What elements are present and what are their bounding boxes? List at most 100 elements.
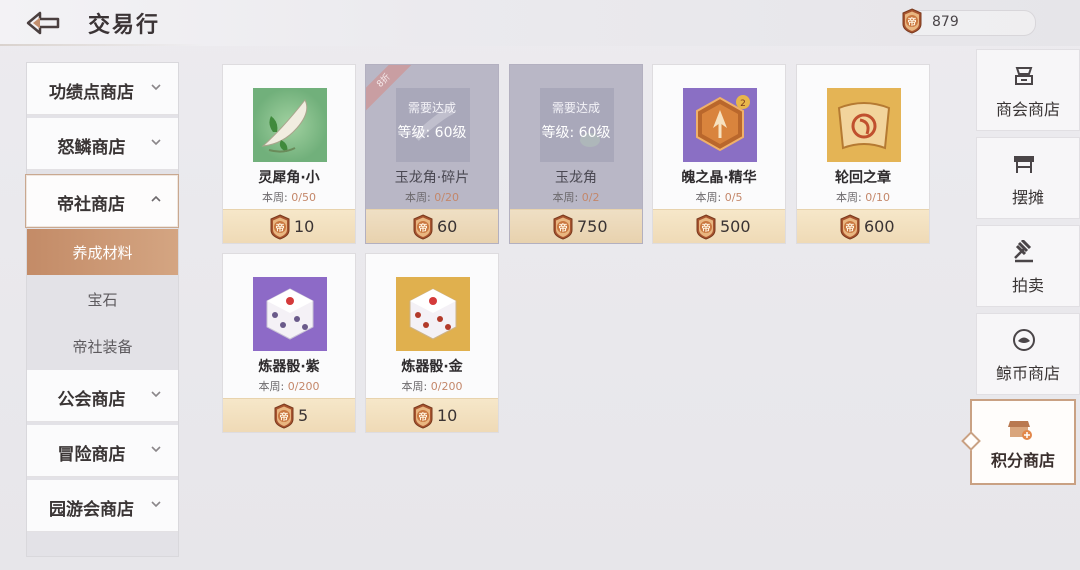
shop-type-nav: 商会商店 摆摊 拍卖 鲸币商店 积分商店	[966, 47, 1080, 497]
requirement-level: 等级: 60级	[541, 125, 611, 141]
limit-label: 本周:	[836, 191, 866, 204]
category-label: 园游会商店	[49, 500, 134, 520]
nav-merchant-shop[interactable]: 商会商店	[976, 49, 1080, 131]
merchant-icon	[1015, 67, 1033, 85]
emperor-coin-icon	[553, 214, 573, 240]
category-dishe-shop[interactable]: 帝社商店	[25, 174, 179, 228]
purple-dice-icon	[253, 277, 327, 351]
svg-text:2: 2	[740, 99, 746, 109]
limit-count: 0/200	[430, 380, 463, 393]
emperor-coin-icon	[270, 214, 290, 240]
weekly-limit: 本周: 0/2	[510, 189, 642, 205]
category-gongji-shop[interactable]: 功绩点商店	[27, 63, 178, 115]
chevron-down-icon	[151, 139, 161, 146]
category-nulin-shop[interactable]: 怒鳞商店	[27, 118, 178, 170]
emperor-coin-icon	[840, 214, 860, 240]
title-divider	[0, 44, 205, 46]
limit-label: 本周:	[552, 191, 582, 204]
shop-item-card[interactable]: 轮回之章 本周: 0/10 600	[796, 64, 930, 244]
nav-label: 商会商店	[995, 100, 1060, 119]
nav-auction[interactable]: 拍卖	[976, 225, 1080, 307]
weekly-limit: 本周: 0/10	[797, 189, 929, 205]
weekly-limit: 本周: 0/5	[653, 189, 785, 205]
stall-icon	[1014, 156, 1034, 173]
subcategory-label: 帝社装备	[72, 338, 133, 356]
category-label: 冒险商店	[57, 445, 126, 465]
limit-count: 0/50	[291, 191, 316, 204]
subcategory-dishe-equipment[interactable]: 帝社装备	[27, 323, 178, 369]
limit-label: 本周:	[695, 191, 725, 204]
level-requirement: 需要达成 等级: 60级	[510, 99, 642, 142]
item-name: 轮回之章	[835, 170, 891, 186]
back-button[interactable]	[24, 9, 64, 37]
subcategory-label: 养成材料	[72, 244, 133, 262]
nav-label: 摆摊	[1011, 188, 1044, 207]
nav-label: 积分商店	[990, 451, 1055, 470]
shop-item-card[interactable]: 2 魄之晶·精华 本周: 0/5 500	[652, 64, 786, 244]
emperor-coin-icon	[902, 8, 922, 34]
shop-item-card[interactable]: 灵犀角·小 本周: 0/50 10	[222, 64, 356, 244]
price-bar: 10	[223, 209, 355, 243]
nav-label: 拍卖	[1011, 276, 1044, 295]
category-label: 功绩点商店	[49, 83, 134, 103]
limit-count: 0/2	[581, 191, 600, 204]
item-name: 玉龙角·碎片	[394, 170, 470, 186]
requirement-level: 等级: 60级	[397, 125, 467, 141]
gold-dice-icon	[396, 277, 470, 351]
horn-plant-icon	[253, 88, 327, 162]
currency-display[interactable]: 879	[902, 8, 1036, 36]
category-guild-shop[interactable]: 公会商店	[27, 370, 178, 422]
gavel-icon	[1014, 240, 1033, 263]
chevron-up-icon	[151, 195, 161, 202]
limit-label: 本周:	[258, 380, 288, 393]
shop-item-card[interactable]: 炼器骰·紫 本周: 0/200 5	[222, 253, 356, 433]
chevron-down-icon	[151, 84, 161, 91]
price-bar: 10	[366, 398, 498, 432]
category-label: 公会商店	[57, 390, 126, 410]
item-price: 10	[294, 217, 315, 236]
item-price: 10	[437, 406, 458, 425]
reincarnation-scroll-icon	[827, 88, 901, 162]
limit-count: 0/10	[865, 191, 890, 204]
points-shop-icon	[1008, 421, 1032, 440]
shop-item-card-locked[interactable]: 需要达成 等级: 60级 玉龙角 本周: 0/2 750	[509, 64, 643, 244]
nav-label: 鲸币商店	[995, 364, 1060, 383]
item-name: 灵犀角·小	[258, 170, 320, 186]
currency-amount: 879	[932, 14, 959, 30]
top-bar: 交易行 879	[0, 0, 1080, 46]
nav-stall[interactable]: 摆摊	[976, 137, 1080, 219]
subcategory-label: 宝石	[87, 291, 118, 309]
price-bar: 600	[797, 209, 929, 243]
chevron-down-icon	[151, 446, 161, 453]
limit-count: 0/5	[724, 191, 743, 204]
subcategory-materials[interactable]: 养成材料	[27, 229, 178, 275]
weekly-limit: 本周: 0/20	[366, 189, 498, 205]
emperor-coin-icon	[696, 214, 716, 240]
subcategory-gems[interactable]: 宝石	[27, 276, 178, 322]
whale-coin-icon	[1013, 329, 1035, 351]
item-price: 750	[577, 217, 608, 236]
shop-item-card-locked[interactable]: 8折 需要达成 等级: 60级 玉龙角·碎片 本周: 0/20 60	[365, 64, 499, 244]
soul-crystal-icon: 2	[683, 88, 757, 162]
price-bar: 500	[653, 209, 785, 243]
price-bar: 60	[366, 209, 498, 243]
limit-label: 本周:	[401, 380, 431, 393]
level-requirement: 需要达成 等级: 60级	[366, 99, 498, 142]
nav-points-shop[interactable]: 积分商店	[970, 399, 1076, 485]
item-name: 玉龙角	[555, 170, 597, 186]
weekly-limit: 本周: 0/200	[223, 378, 355, 394]
weekly-limit: 本周: 0/200	[366, 378, 498, 394]
item-price: 600	[864, 217, 895, 236]
category-adventure-shop[interactable]: 冒险商店	[27, 425, 178, 477]
shop-item-card[interactable]: 炼器骰·金 本周: 0/200 10	[365, 253, 499, 433]
price-bar: 5	[223, 398, 355, 432]
emperor-coin-icon	[413, 403, 433, 429]
item-name: 炼器骰·紫	[258, 359, 320, 375]
item-name: 魄之晶·精华	[681, 170, 757, 186]
nav-whale-coin-shop[interactable]: 鲸币商店	[976, 313, 1080, 395]
category-garden-party-shop[interactable]: 园游会商店	[27, 480, 178, 532]
category-panel: 功绩点商店 怒鳞商店 帝社商店 养成材料 宝石 帝社装备 公会商店 冒险商店 园…	[25, 62, 179, 557]
emperor-coin-icon	[413, 214, 433, 240]
emperor-coin-icon	[274, 403, 294, 429]
price-bar: 750	[510, 209, 642, 243]
